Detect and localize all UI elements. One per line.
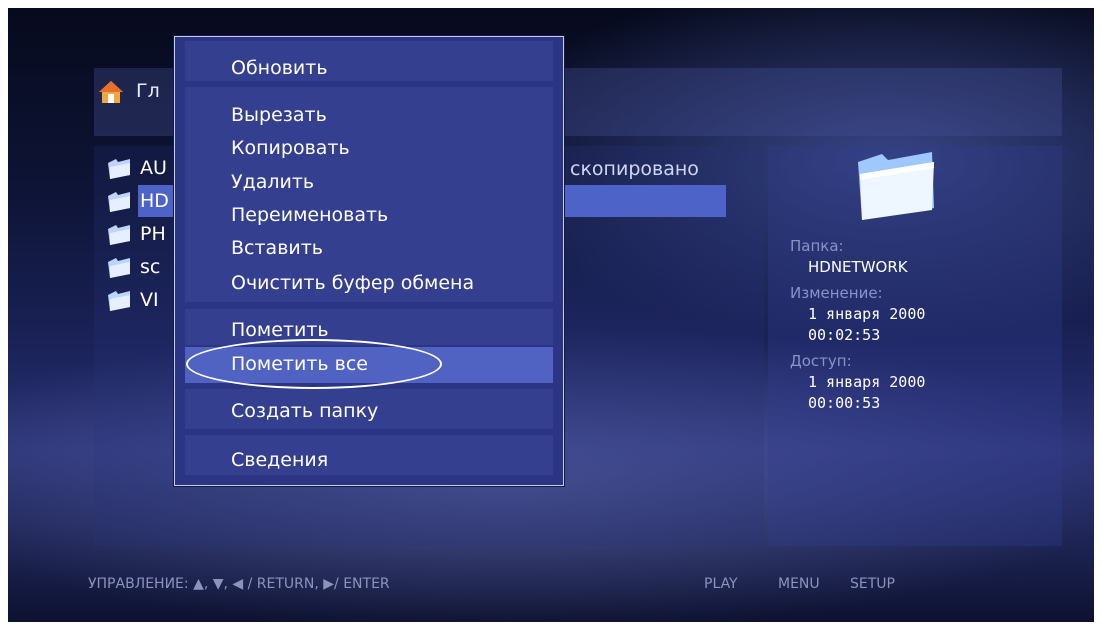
menu-item-mark[interactable]: Пометить xyxy=(231,319,329,341)
menu-item-paste[interactable]: Вставить xyxy=(231,237,323,259)
folder-icon xyxy=(108,159,130,179)
folder-preview-icon xyxy=(858,152,934,220)
info-access-time: 00:00:53 xyxy=(808,394,881,412)
info-modified-date: 1 января 2000 xyxy=(808,305,926,323)
folder-icon xyxy=(108,192,130,212)
folder-icon xyxy=(108,258,130,278)
menu-item-clear-clipboard[interactable]: Очистить буфер обмена xyxy=(231,272,474,294)
file-name: sc xyxy=(140,256,161,278)
file-name: PH xyxy=(140,223,166,245)
context-menu: Обновить Вырезать Копировать Удалить Пер… xyxy=(174,36,564,486)
info-access-label: Доступ: xyxy=(790,352,852,370)
setup-button[interactable]: SETUP xyxy=(850,576,895,592)
file-name: AU xyxy=(140,157,167,179)
status-text: скопировано xyxy=(570,158,699,180)
file-name: HD xyxy=(140,190,169,212)
breadcrumb: Гл xyxy=(136,80,160,102)
menu-button[interactable]: MENU xyxy=(778,576,820,592)
info-modified-time: 00:02:53 xyxy=(808,326,881,344)
menu-item-refresh[interactable]: Обновить xyxy=(231,57,328,79)
home-icon xyxy=(99,81,123,103)
menu-item-rename[interactable]: Переименовать xyxy=(231,204,388,226)
folder-icon xyxy=(108,225,130,245)
footer: УПРАВЛЕНИЕ: ▲, ▼, ◀ / RETURN, ▶/ ENTER P… xyxy=(0,576,1086,600)
folder-icon xyxy=(108,291,130,311)
menu-item-copy[interactable]: Копировать xyxy=(231,137,350,159)
info-folder-label: Папка: xyxy=(790,237,844,255)
info-modified-label: Изменение: xyxy=(790,284,883,302)
menu-item-create-folder[interactable]: Создать папку xyxy=(231,400,378,422)
info-folder-value: HDNETWORK xyxy=(808,258,908,276)
menu-item-cut[interactable]: Вырезать xyxy=(231,104,327,126)
file-name: VI xyxy=(140,289,159,311)
footer-controls-hint: УПРАВЛЕНИЕ: ▲, ▼, ◀ / RETURN, ▶/ ENTER xyxy=(88,576,390,592)
highlight-ellipse xyxy=(186,339,442,389)
menu-item-info[interactable]: Сведения xyxy=(231,449,328,471)
menu-item-delete[interactable]: Удалить xyxy=(231,171,314,193)
info-access-date: 1 января 2000 xyxy=(808,373,926,391)
play-button[interactable]: PLAY xyxy=(704,576,738,592)
